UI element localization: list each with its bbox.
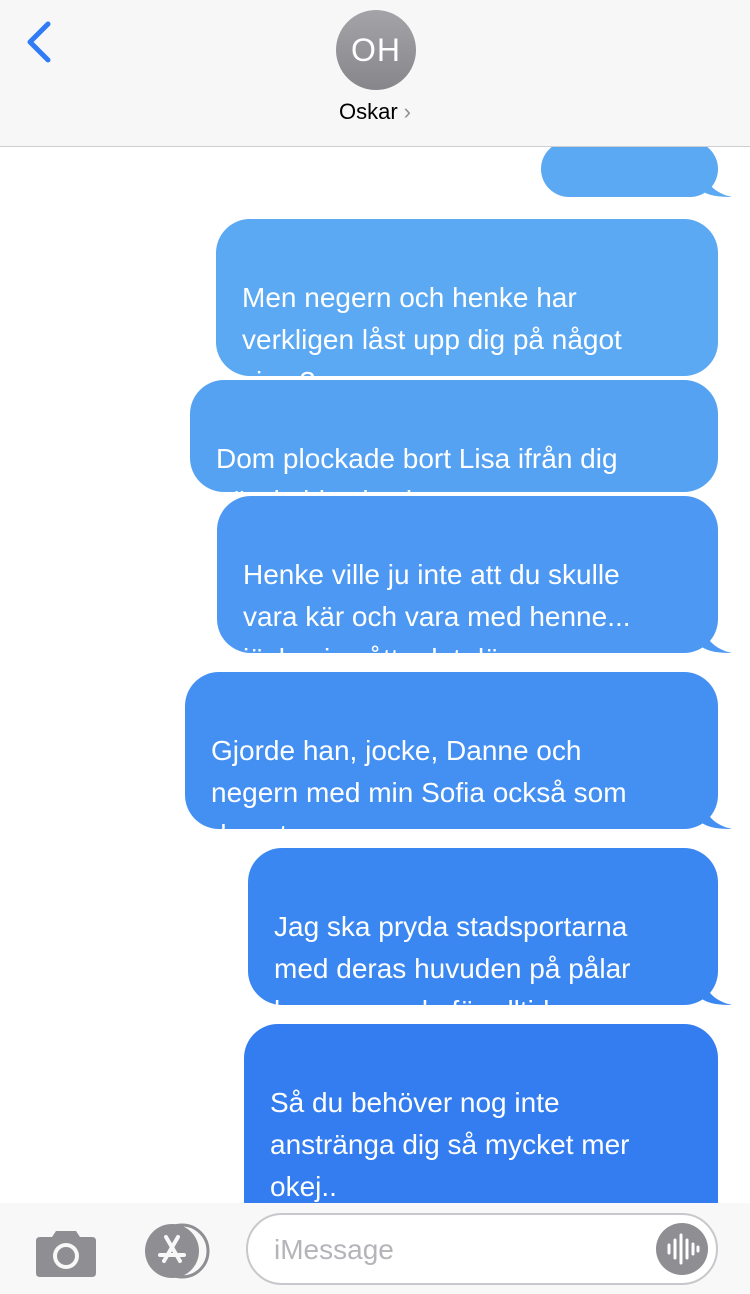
chevron-left-icon (27, 21, 51, 63)
message-bubble[interactable]: P merch (541, 147, 732, 234)
audio-waveform-icon (667, 1233, 700, 1265)
avatar-initials: OH (351, 31, 401, 68)
message-bubble[interactable]: Men negern och henke har verkligen låst … (216, 219, 718, 397)
message-bubble[interactable]: Jag ska pryda stadsportarna med deras hu… (248, 848, 732, 1026)
bubble-tail (702, 977, 732, 1005)
conversation-header: OH Oskar › (0, 0, 750, 147)
bubble-tail (702, 625, 732, 653)
chevron-right-icon: › (403, 99, 411, 124)
bubble-tail (702, 801, 732, 829)
message-bubble[interactable]: Så du behöver nog inte anstränga dig så … (244, 1024, 718, 1203)
message-text: Jag ska pryda stadsportarna med deras hu… (274, 911, 631, 1026)
message-thread[interactable]: P merch Men negern och henke har verklig… (0, 147, 750, 1203)
audio-message-button[interactable] (656, 1223, 708, 1275)
message-bubble[interactable]: Henke ville ju inte att du skulle vara k… (217, 496, 732, 674)
message-text: Henke ville ju inte att du skulle vara k… (243, 559, 631, 674)
camera-icon (36, 1231, 96, 1277)
app-store-button[interactable] (140, 1223, 212, 1279)
message-bubble[interactable]: Dom plockade bort Lisa ifrån dig när du … (190, 380, 718, 516)
imessage-input[interactable] (272, 1215, 636, 1285)
camera-button[interactable] (34, 1225, 98, 1279)
input-bar (0, 1203, 750, 1294)
contact-name: Oskar (338, 99, 398, 124)
bubble-tail (702, 169, 732, 197)
message-field (246, 1213, 718, 1285)
message-text: Gjorde han, jocke, Danne och negern med … (211, 735, 627, 850)
back-button[interactable] (20, 18, 60, 68)
contact-avatar[interactable]: OH (336, 10, 416, 90)
message-text: Så du behöver nog inte anstränga dig så … (270, 1087, 630, 1202)
app-store-icon (145, 1223, 210, 1279)
contact-name-button[interactable]: Oskar › (0, 99, 750, 125)
message-bubble[interactable]: Gjorde han, jocke, Danne och negern med … (185, 672, 732, 850)
